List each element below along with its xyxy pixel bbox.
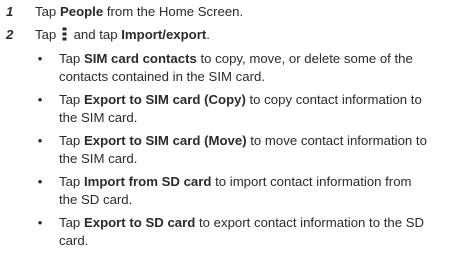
step-text: Tap and tap Import/export. — [35, 26, 210, 44]
bullet-post: to copy contact information to — [245, 92, 422, 107]
bullet-item-sim-card-contacts: • Tap SIM card contacts to copy, move, o… — [36, 50, 456, 86]
bullet-pre: Tap — [59, 51, 84, 66]
bullet-line-1: Tap Export to SIM card (Move) to move co… — [59, 132, 459, 150]
step-2: 2 Tap and tap Import/export. — [0, 26, 463, 44]
bullet-line-1: Tap Export to SIM card (Copy) to copy co… — [59, 91, 459, 109]
bullet-text: Tap Import from SD card to import contac… — [59, 173, 459, 209]
bullet-post: to export contact information to the SD — [195, 215, 425, 230]
step-text-pre: Tap — [35, 4, 60, 19]
bullet-dot: • — [37, 133, 43, 148]
step-number: 2 — [6, 27, 14, 42]
bullet-line-1: Tap Import from SD card to import contac… — [59, 173, 459, 191]
step-text-mid: and tap — [69, 27, 122, 42]
export-sd-label: Export to SD card — [83, 215, 196, 230]
bullet-dot: • — [37, 215, 43, 230]
step-number: 1 — [6, 4, 14, 19]
bullet-pre: Tap — [59, 92, 84, 107]
bullet-line-2: contacts contained in the SIM card. — [59, 69, 265, 84]
people-label: People — [59, 4, 104, 19]
bullet-pre: Tap — [59, 215, 84, 230]
bullet-line-2: the SIM card. — [59, 151, 138, 166]
bullet-item-import-sd: • Tap Import from SD card to import cont… — [36, 173, 456, 209]
step-text-post: . — [206, 27, 210, 42]
step-text-post: from the Home Screen. — [103, 4, 244, 19]
export-sim-copy-label: Export to SIM card (Copy) — [83, 92, 246, 107]
bullet-pre: Tap — [59, 174, 84, 189]
more-options-vertical-icon — [62, 27, 67, 41]
bullet-text: Tap Export to SIM card (Move) to move co… — [59, 132, 459, 168]
bullet-text: Tap Export to SD card to export contact … — [59, 214, 459, 250]
bullet-line-1: Tap SIM card contacts to copy, move, or … — [59, 50, 459, 68]
bullet-pre: Tap — [59, 133, 84, 148]
bullet-line-2: card. — [59, 233, 89, 248]
bullet-line-2: the SIM card. — [59, 110, 138, 125]
bullet-line-1: Tap Export to SD card to export contact … — [59, 214, 459, 232]
bullet-item-export-sd: • Tap Export to SD card to export contac… — [36, 214, 456, 250]
bullet-text: Tap SIM card contacts to copy, move, or … — [59, 50, 459, 86]
bullet-dot: • — [37, 92, 43, 107]
step-text-pre: Tap — [35, 27, 60, 42]
bullet-post: to move contact information to — [246, 133, 427, 148]
export-sim-move-label: Export to SIM card (Move) — [83, 133, 247, 148]
step-1: 1 Tap People from the Home Screen. — [0, 3, 463, 21]
bullet-post: to import contact information from — [211, 174, 412, 189]
sim-card-contacts-label: SIM card contacts — [83, 51, 197, 66]
import-sd-label: Import from SD card — [83, 174, 212, 189]
bullet-text: Tap Export to SIM card (Copy) to copy co… — [59, 91, 459, 127]
bullet-line-2: the SD card. — [59, 192, 133, 207]
bullet-dot: • — [37, 51, 43, 66]
bullet-dot: • — [37, 174, 43, 189]
step-text: Tap People from the Home Screen. — [35, 3, 243, 21]
bullet-post: to copy, move, or delete some of the — [196, 51, 413, 66]
bullet-item-export-sim-move: • Tap Export to SIM card (Move) to move … — [36, 132, 456, 168]
import-export-label: Import/export — [121, 27, 207, 42]
bullet-item-export-sim-copy: • Tap Export to SIM card (Copy) to copy … — [36, 91, 456, 127]
